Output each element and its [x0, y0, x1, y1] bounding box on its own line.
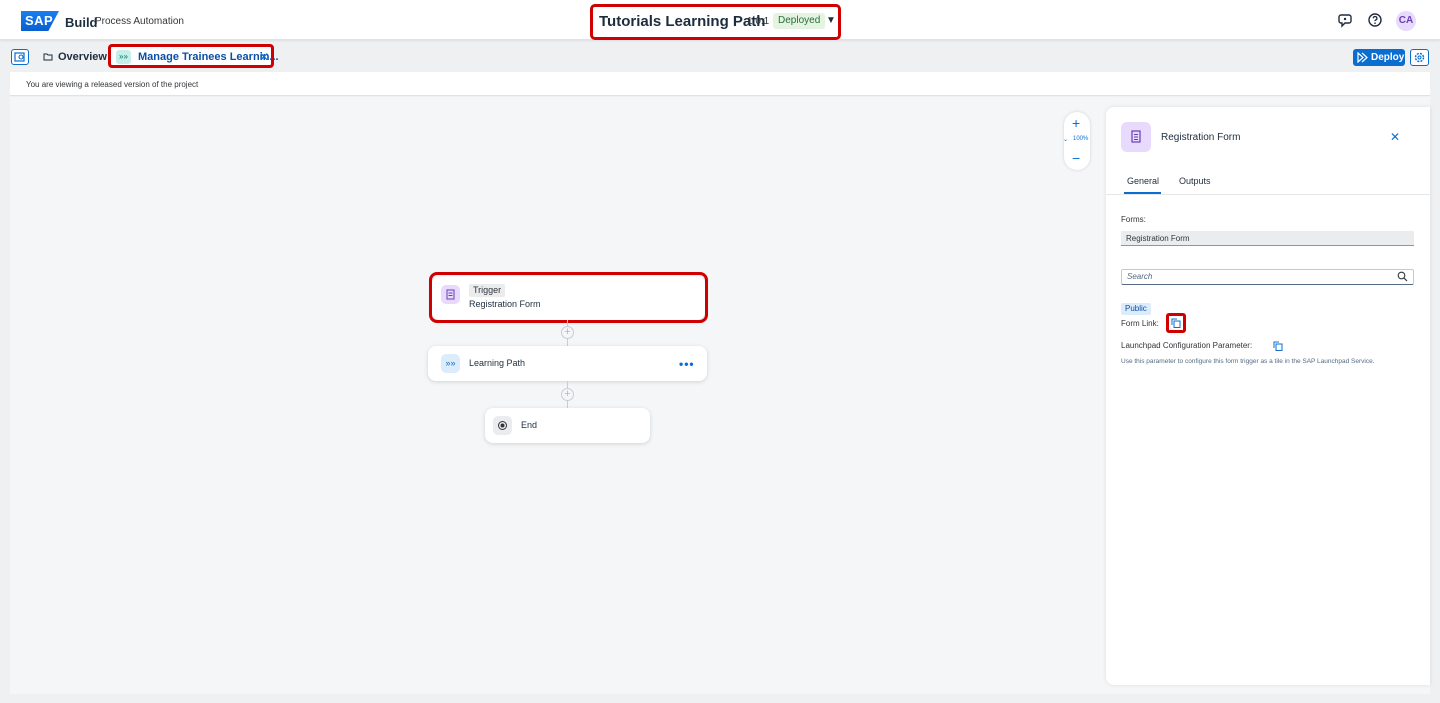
tab-manage-trainees-label[interactable]: Manage Trainees Learnin...: [138, 51, 279, 63]
project-menu-caret-icon[interactable]: ▼: [826, 15, 836, 26]
search-icon[interactable]: [1397, 271, 1408, 282]
process-icon: »»: [441, 354, 460, 373]
toggle-navigation-button[interactable]: [11, 49, 29, 65]
trigger-badge: Trigger: [469, 284, 506, 297]
tab-outputs[interactable]: Outputs: [1179, 176, 1211, 186]
forms-label: Forms:: [1121, 215, 1146, 224]
subprocess-node-label: Learning Path: [469, 358, 526, 368]
zoom-out-button[interactable]: −: [1072, 150, 1080, 166]
form-icon: [441, 285, 460, 304]
process-icon: »»: [116, 50, 131, 64]
launchpad-help-text: Use this parameter to configure this for…: [1121, 358, 1375, 365]
tab-general[interactable]: General: [1127, 176, 1159, 186]
status-badge: Deployed: [773, 13, 826, 29]
copy-icon[interactable]: [1273, 341, 1283, 351]
bottom-bar: [10, 694, 1430, 703]
more-options-icon[interactable]: •••: [679, 357, 695, 371]
zoom-in-button[interactable]: +: [1072, 115, 1080, 131]
help-icon[interactable]: [1367, 12, 1383, 28]
form-link-label: Form Link:: [1121, 319, 1159, 328]
zoom-level[interactable]: 100%: [1073, 136, 1088, 142]
search-input[interactable]: Search: [1121, 269, 1414, 285]
project-title[interactable]: Tutorials Learning Path: [599, 13, 765, 30]
close-icon[interactable]: ✕: [1390, 130, 1400, 144]
folder-icon: [43, 53, 53, 61]
product-name: Process Automation: [95, 16, 184, 27]
stop-icon: [493, 416, 512, 435]
add-step-button[interactable]: +: [561, 326, 574, 339]
project-version: 1.0.1: [747, 16, 770, 27]
add-step-button[interactable]: +: [561, 388, 574, 401]
launchpad-parameter-label: Launchpad Configuration Parameter:: [1121, 341, 1253, 350]
tab-overview[interactable]: Overview: [58, 51, 107, 63]
user-avatar[interactable]: CA: [1396, 11, 1416, 31]
deploy-icon: [1357, 52, 1368, 63]
trigger-node-highlight: [429, 272, 708, 323]
feedback-icon[interactable]: [1338, 12, 1354, 28]
info-strip: [10, 72, 1430, 96]
trigger-node-label: Registration Form: [469, 299, 541, 309]
gear-icon: [1414, 52, 1425, 63]
search-panel-icon: [14, 52, 25, 62]
divider: [1106, 194, 1430, 195]
brand-name: Build: [65, 15, 98, 30]
end-node-label: End: [521, 420, 538, 430]
released-version-message: You are viewing a released version of th…: [26, 80, 199, 89]
form-icon: [1121, 122, 1151, 152]
copy-icon[interactable]: [1171, 318, 1181, 328]
close-icon[interactable]: ✕: [259, 50, 269, 64]
forms-field: Registration Form: [1121, 231, 1414, 246]
public-badge: Public: [1121, 303, 1151, 315]
chevron-down-icon[interactable]: ⌄: [1063, 136, 1068, 143]
panel-title: Registration Form: [1161, 132, 1241, 143]
settings-button[interactable]: [1410, 49, 1429, 66]
